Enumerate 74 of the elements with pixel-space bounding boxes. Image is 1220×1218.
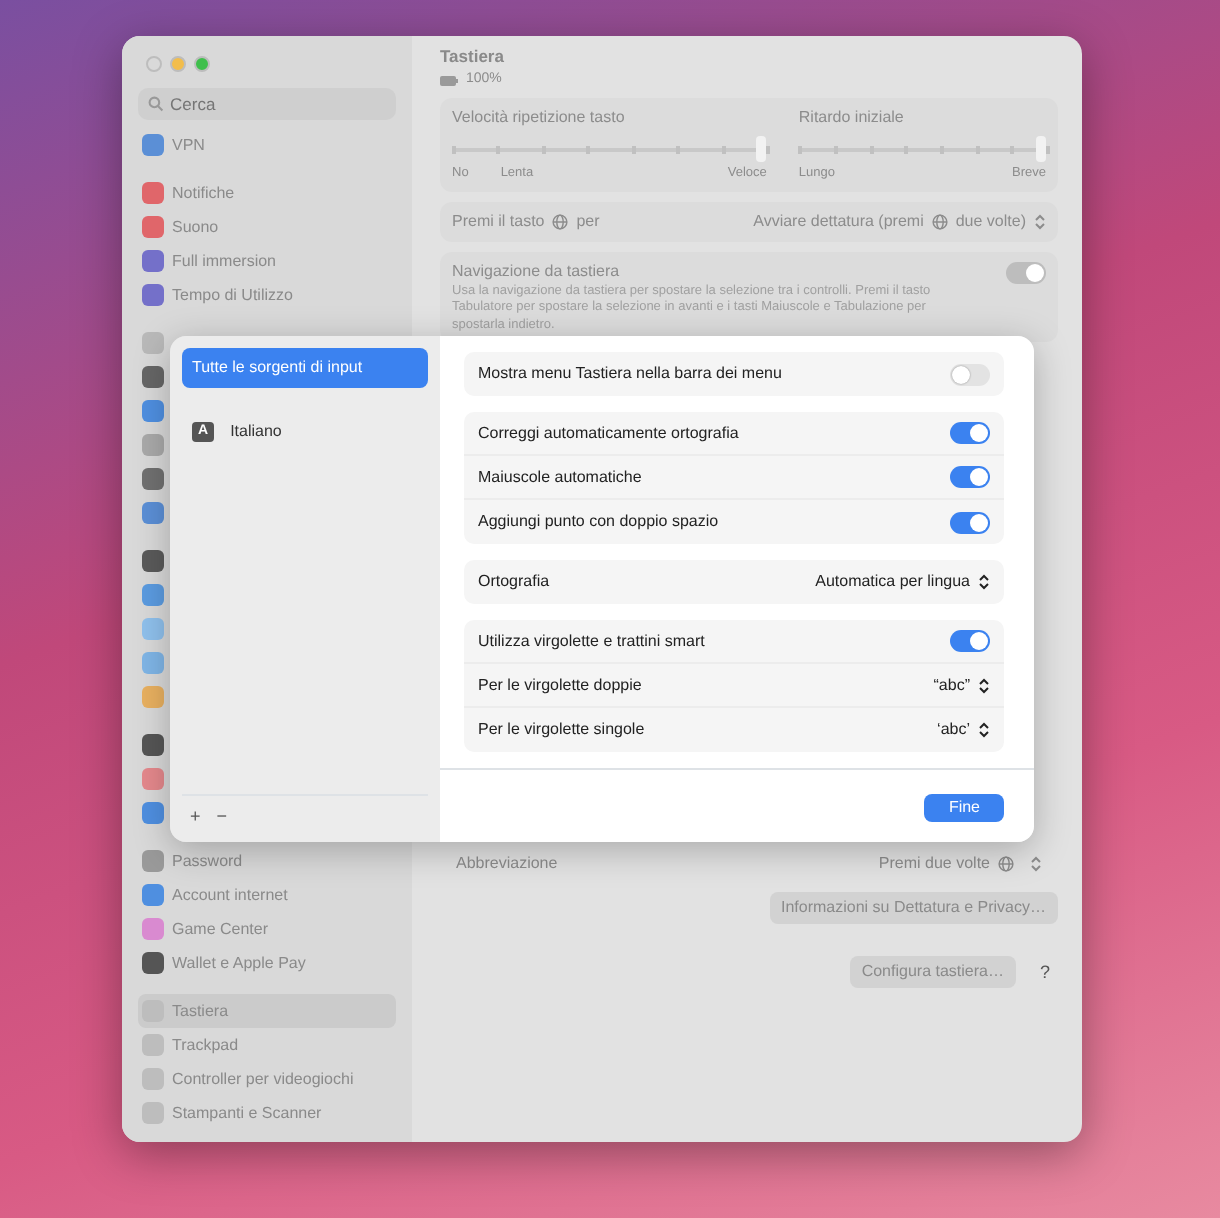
sidebar-item[interactable] bbox=[138, 544, 168, 578]
slider-thumb[interactable] bbox=[1036, 136, 1046, 163]
window-title: Tastiera bbox=[440, 44, 506, 70]
privacy-button[interactable]: Informazioni su Dettatura e Privacy… bbox=[769, 892, 1058, 925]
sidebar-item[interactable]: Stampanti e Scanner bbox=[138, 1096, 396, 1130]
help-button[interactable]: ? bbox=[1031, 959, 1058, 987]
sidebar-item[interactable]: Game Center bbox=[138, 912, 396, 946]
sidebar-item[interactable]: Password bbox=[138, 844, 396, 878]
done-button[interactable]: Fine bbox=[924, 794, 1004, 822]
sidebar-item[interactable] bbox=[138, 796, 168, 830]
globe-icon bbox=[998, 856, 1014, 873]
sidebar-item[interactable] bbox=[138, 360, 168, 394]
globe-icon bbox=[931, 214, 948, 230]
toggle-switch[interactable] bbox=[950, 422, 990, 444]
sidebar-item[interactable]: Tastiera bbox=[138, 994, 396, 1028]
popup-button[interactable]: Premi due volte bbox=[878, 852, 1042, 877]
sidebar-item[interactable]: Controller per videogiochi bbox=[138, 1062, 396, 1096]
chevron-updown-icon bbox=[1034, 214, 1046, 230]
toggle-switch[interactable] bbox=[1006, 261, 1046, 283]
setting-label: Per le virgolette singole bbox=[478, 718, 645, 742]
sidebar-item[interactable]: Notifiche bbox=[138, 176, 396, 210]
chevron-updown-icon bbox=[978, 677, 990, 693]
popup-value: due volte) bbox=[955, 210, 1026, 234]
chevron-updown-icon bbox=[978, 722, 990, 738]
setting-label: Maiuscole automatiche bbox=[478, 465, 642, 489]
sidebar-item[interactable]: Account internet bbox=[138, 878, 396, 912]
sidebar-item[interactable]: VPN bbox=[138, 128, 396, 162]
popup-value: ‘abc’ bbox=[937, 718, 970, 742]
configure-button[interactable]: Configura tastiera… bbox=[849, 956, 1016, 989]
setting-label: Aggiungi punto con doppio spazio bbox=[478, 510, 719, 534]
sidebar-item[interactable]: Full immersion bbox=[138, 244, 396, 278]
toggle-switch[interactable] bbox=[950, 630, 990, 652]
battery-icon bbox=[440, 75, 458, 85]
row-label: per bbox=[576, 210, 600, 234]
input-source-item[interactable]: Tutte le sorgenti di input bbox=[182, 348, 428, 388]
popup-value: Premi due volte bbox=[878, 852, 990, 877]
setting-label: Mostra menu Tastiera nella barra dei menu bbox=[478, 362, 782, 386]
window-control-button[interactable] bbox=[170, 56, 186, 72]
popup-value: Avviare dettatura (premi bbox=[753, 210, 924, 234]
sidebar-item[interactable]: Trackpad bbox=[138, 1028, 396, 1062]
window-control-button[interactable] bbox=[194, 56, 210, 72]
popup-button[interactable]: “abc” bbox=[933, 673, 990, 697]
setting-label: Ortografia bbox=[478, 570, 550, 594]
source-label: Italiano bbox=[230, 420, 282, 444]
globe-icon bbox=[552, 214, 569, 230]
remove-button[interactable]: − bbox=[208, 803, 236, 830]
toggle-switch[interactable] bbox=[950, 511, 990, 533]
chevron-updown-icon bbox=[1030, 856, 1042, 873]
toggle-switch[interactable] bbox=[950, 466, 990, 488]
popup-button[interactable]: Avviare dettatura (premi due volte) bbox=[753, 210, 1046, 234]
slider-label: Ritardo iniziale bbox=[798, 106, 906, 131]
source-label: Tutte le sorgenti di input bbox=[192, 356, 363, 380]
slider-label: Velocità ripetizione tasto bbox=[452, 106, 627, 131]
sidebar-item[interactable]: Wallet e Apple Pay bbox=[138, 946, 396, 980]
setting-label: Utilizza virgolette e trattini smart bbox=[478, 629, 705, 653]
sidebar-item[interactable] bbox=[138, 394, 168, 428]
row-label: Premi il tasto bbox=[452, 210, 545, 234]
sidebar-item[interactable] bbox=[138, 496, 168, 530]
chevron-updown-icon bbox=[978, 574, 990, 590]
window-control-button[interactable] bbox=[146, 56, 162, 72]
sidebar-item[interactable]: Suono bbox=[138, 210, 396, 244]
setting-label: Per le virgolette doppie bbox=[478, 673, 642, 697]
row-label: Abbreviazione bbox=[456, 852, 558, 877]
sidebar-item[interactable] bbox=[138, 728, 168, 762]
search-field[interactable]: Cerca bbox=[138, 88, 396, 120]
sidebar-item[interactable] bbox=[138, 462, 168, 496]
sidebar-item[interactable]: Tempo di Utilizzo bbox=[138, 278, 396, 312]
add-button[interactable]: + bbox=[182, 803, 209, 830]
slider-thumb[interactable] bbox=[756, 136, 767, 163]
popup-button[interactable]: ‘abc’ bbox=[937, 718, 990, 742]
popup-value: “abc” bbox=[933, 673, 970, 697]
setting-label: Correggi automaticamente ortografia bbox=[478, 421, 739, 445]
toggle-switch[interactable] bbox=[950, 363, 990, 385]
setting-label: Navigazione da tastiera bbox=[452, 260, 620, 284]
